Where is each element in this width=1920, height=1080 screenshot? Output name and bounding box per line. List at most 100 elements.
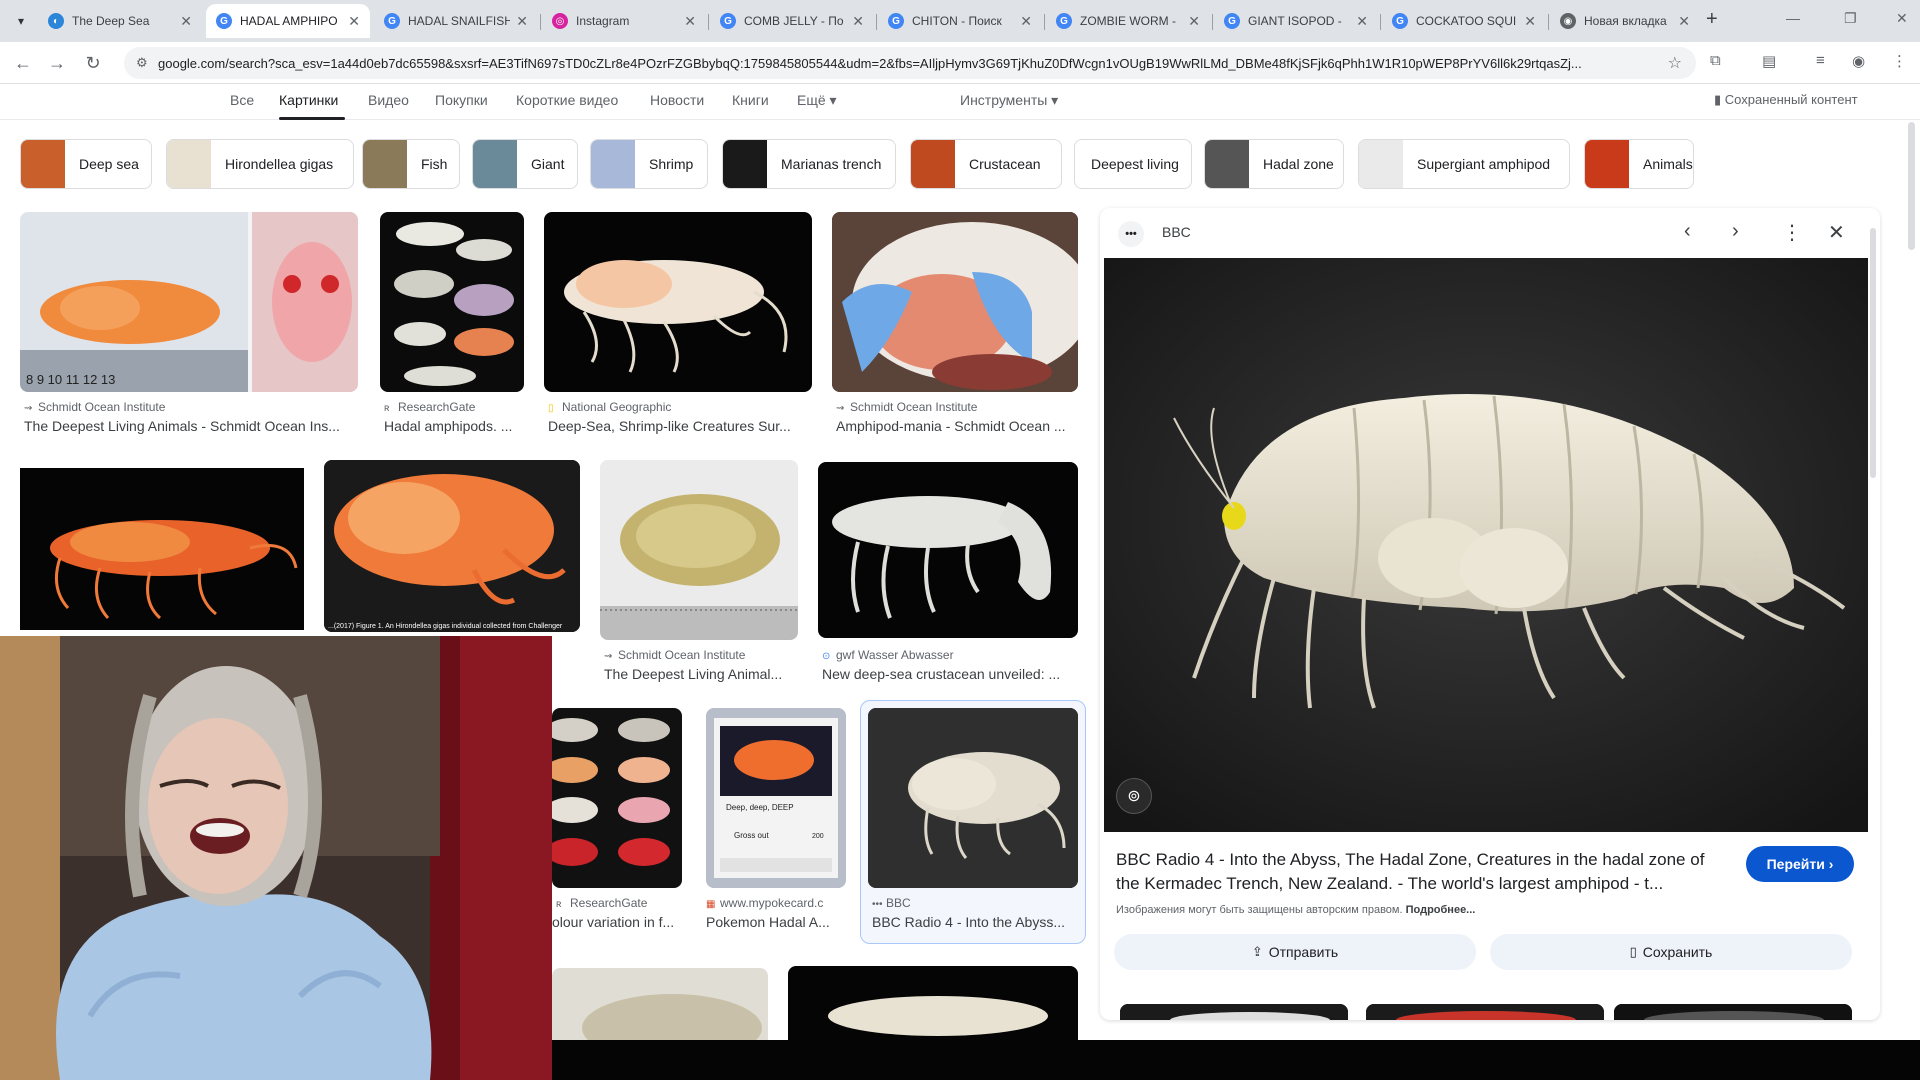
- url-text: google.com/search?sca_esv=1a44d0eb7dc655…: [158, 55, 1582, 71]
- close-tab-icon[interactable]: ✕: [852, 13, 864, 30]
- related-image-2[interactable]: [1366, 1004, 1604, 1020]
- result-title-2[interactable]: Hadal amphipods. ...: [384, 418, 524, 434]
- browser-tab[interactable]: G COCKATOO SQUI ✕: [1382, 4, 1546, 38]
- result-title-7[interactable]: olour variation in f...: [552, 914, 682, 930]
- browser-tab[interactable]: ◎ Instagram ✕: [542, 4, 706, 38]
- panel-scrollbar[interactable]: [1870, 228, 1876, 478]
- close-tab-icon[interactable]: ✕: [180, 13, 192, 30]
- browser-tab[interactable]: G ZOMBIE WORM - ✕: [1046, 4, 1210, 38]
- maximize-button[interactable]: ❐: [1844, 10, 1857, 27]
- extensions-icon[interactable]: ⧉: [1710, 52, 1721, 69]
- reload-button[interactable]: ↻: [80, 50, 106, 76]
- browser-tab[interactable]: ◐ The Deep Sea ✕: [38, 4, 202, 38]
- close-tab-icon[interactable]: ✕: [348, 13, 360, 30]
- chip-crustacean[interactable]: Crustacean: [910, 139, 1062, 189]
- nav-books[interactable]: Книги: [732, 92, 769, 108]
- nav-more[interactable]: Ещё ▾: [797, 92, 837, 109]
- result-image-9[interactable]: [552, 708, 682, 888]
- chip-hadal-zone[interactable]: Hadal zone: [1204, 139, 1344, 189]
- browser-tab[interactable]: G COMB JELLY - По ✕: [710, 4, 874, 38]
- result-image-11[interactable]: [868, 708, 1078, 888]
- back-button[interactable]: ←: [10, 50, 36, 76]
- related-image-1[interactable]: [1120, 1004, 1348, 1020]
- close-tab-icon[interactable]: ✕: [684, 13, 696, 30]
- browser-tab[interactable]: G HADAL SNAILFISH ✕: [374, 4, 538, 38]
- next-image-button[interactable]: ›: [1732, 220, 1739, 243]
- share-button[interactable]: ⇪ Отправить: [1114, 934, 1476, 970]
- result-image-5[interactable]: [20, 468, 304, 630]
- save-button[interactable]: ▯ Сохранить: [1490, 934, 1852, 970]
- tools-button[interactable]: Инструменты ▾: [960, 92, 1058, 109]
- close-tab-icon[interactable]: ✕: [1020, 13, 1032, 30]
- result-image-4[interactable]: [832, 212, 1078, 392]
- close-tab-icon[interactable]: ✕: [1678, 13, 1690, 30]
- browser-tab[interactable]: G GIANT ISOPOD - ✕: [1214, 4, 1378, 38]
- browser-tab[interactable]: ◉ Новая вкладка ✕: [1550, 4, 1700, 38]
- result-title-6[interactable]: New deep-sea crustacean unveiled: ...: [822, 666, 1078, 682]
- chip-marianas-trench[interactable]: Marianas trench: [722, 139, 896, 189]
- panel-source-name[interactable]: BBC: [1162, 224, 1191, 240]
- reading-list-icon[interactable]: ▤: [1762, 52, 1776, 70]
- result-image-2[interactable]: [380, 212, 524, 392]
- deep-sea-site-icon: ◐: [48, 13, 64, 29]
- menu-dots-icon[interactable]: ⋮: [1892, 52, 1907, 70]
- more-options-button[interactable]: ⋮: [1782, 220, 1802, 245]
- chip-hirondellea-gigas[interactable]: Hirondellea gigas: [166, 139, 354, 189]
- result-image-12[interactable]: [552, 968, 768, 1040]
- chip-fish[interactable]: Fish: [362, 139, 460, 189]
- media-controls-icon[interactable]: ≡: [1816, 52, 1825, 69]
- result-title-9[interactable]: BBC Radio 4 - Into the Abyss...: [872, 914, 1078, 930]
- nav-video[interactable]: Видео: [368, 92, 409, 108]
- result-title-4[interactable]: Amphipod-mania - Schmidt Ocean ...: [836, 418, 1078, 434]
- forward-button[interactable]: →: [44, 50, 70, 76]
- chip-giant[interactable]: Giant: [472, 139, 578, 189]
- browser-tab[interactable]: G HADAL AMPHIPO ✕: [206, 4, 370, 38]
- address-bar[interactable]: ⚙ google.com/search?sca_esv=1a44d0eb7dc6…: [124, 47, 1696, 79]
- minimize-button[interactable]: —: [1786, 10, 1800, 26]
- google-lens-icon[interactable]: ⊚: [1116, 778, 1152, 814]
- chip-deep-sea[interactable]: Deep sea: [20, 139, 152, 189]
- result-image-8[interactable]: [818, 462, 1078, 638]
- previous-image-button[interactable]: ‹: [1684, 220, 1691, 243]
- result-title-5[interactable]: The Deepest Living Animal...: [604, 666, 798, 682]
- close-tab-icon[interactable]: ✕: [1524, 13, 1536, 30]
- result-title-8[interactable]: Pokemon Hadal A...: [706, 914, 846, 930]
- saved-content-link[interactable]: ▮ Сохраненный контент: [1714, 92, 1858, 108]
- chip-animals[interactable]: Animals: [1584, 139, 1694, 189]
- profile-avatar-icon[interactable]: ◉: [1852, 52, 1865, 70]
- chip-supergiant-amphipod[interactable]: Supergiant amphipod: [1358, 139, 1570, 189]
- result-image-7[interactable]: [600, 460, 798, 640]
- tab-search-button[interactable]: ▾: [8, 8, 34, 34]
- new-tab-button[interactable]: +: [1706, 8, 1718, 31]
- site-settings-icon[interactable]: ⚙: [136, 55, 148, 71]
- close-panel-button[interactable]: ✕: [1828, 220, 1845, 245]
- visit-button[interactable]: Перейти ›: [1746, 846, 1854, 882]
- result-source-8: ▦ www.mypokecard.c: [706, 896, 846, 910]
- panel-title[interactable]: BBC Radio 4 - Into the Abyss, The Hadal …: [1116, 848, 1726, 896]
- nav-images[interactable]: Картинки: [279, 92, 338, 108]
- close-window-button[interactable]: ✕: [1896, 10, 1908, 27]
- bookmark-star-icon[interactable]: ☆: [1668, 53, 1682, 73]
- nav-short-videos[interactable]: Короткие видео: [516, 92, 618, 108]
- close-icon: ✕: [1828, 222, 1845, 244]
- close-tab-icon[interactable]: ✕: [1188, 13, 1200, 30]
- close-tab-icon[interactable]: ✕: [1356, 13, 1368, 30]
- result-title-3[interactable]: Deep-Sea, Shrimp-like Creatures Sur...: [548, 418, 812, 434]
- page-scrollbar[interactable]: [1908, 122, 1915, 250]
- browser-tab[interactable]: G CHITON - Поиск ✕: [878, 4, 1042, 38]
- result-image-10[interactable]: Deep, deep, DEEP Gross out 200: [706, 708, 846, 888]
- result-image-1[interactable]: 8 9 10 11 12 13: [20, 212, 358, 392]
- nav-shopping[interactable]: Покупки: [435, 92, 488, 108]
- result-image-13[interactable]: [788, 966, 1078, 1040]
- close-tab-icon[interactable]: ✕: [516, 13, 528, 30]
- nav-news[interactable]: Новости: [650, 92, 704, 108]
- result-image-6[interactable]: ...(2017) Figure 1. An Hirondellea gigas…: [324, 460, 580, 632]
- related-image-3[interactable]: [1614, 1004, 1852, 1020]
- chip-shrimp[interactable]: Shrimp: [590, 139, 708, 189]
- result-image-3[interactable]: [544, 212, 812, 392]
- chip-deepest-living[interactable]: Deepest living: [1074, 139, 1192, 189]
- nav-all[interactable]: Все: [230, 92, 254, 108]
- preview-image[interactable]: ⊚: [1104, 258, 1868, 832]
- learn-more-link[interactable]: Подробнее...: [1406, 904, 1476, 916]
- result-title-1[interactable]: The Deepest Living Animals - Schmidt Oce…: [24, 418, 358, 434]
